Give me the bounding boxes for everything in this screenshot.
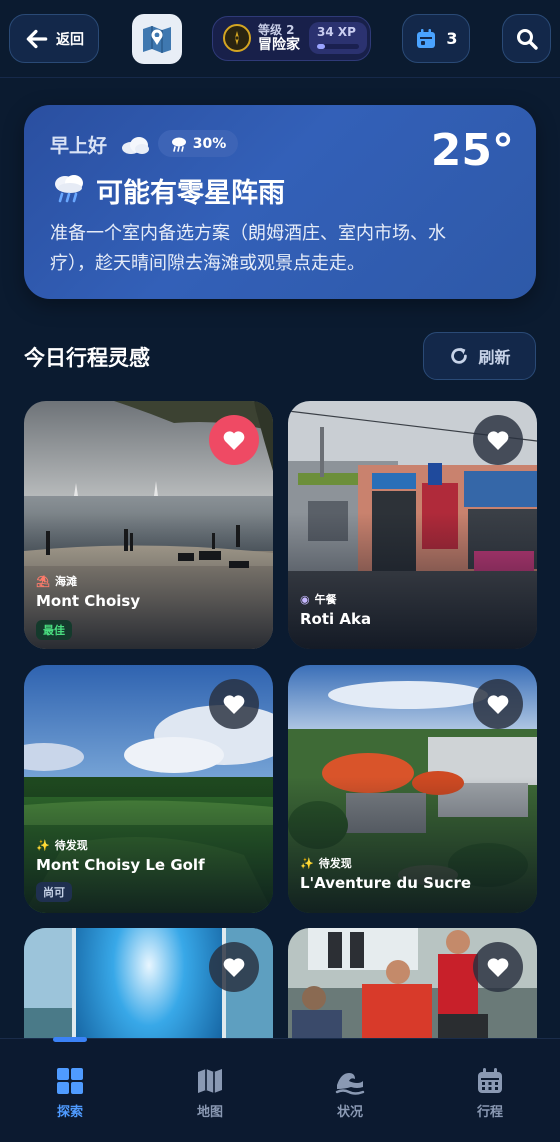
tab-itinerary[interactable]: 行程: [440, 1067, 540, 1127]
favorite-button[interactable]: [209, 942, 259, 992]
tab-conditions[interactable]: 状况: [300, 1067, 400, 1127]
grid-icon: [57, 1068, 83, 1094]
rain-weather-icon: [55, 175, 83, 203]
xp-progress-bar: [317, 44, 359, 49]
level-info: 等级 2 冒险家: [258, 23, 300, 53]
calendar-icon: [417, 28, 436, 48]
place-card[interactable]: ⛱ 海滩 Mont Choisy 最佳: [24, 401, 273, 649]
beach-umbrella-icon: ⛱: [36, 574, 50, 588]
greeting: 早上好: [50, 135, 108, 157]
weather-condition: 可能有零星阵雨: [96, 178, 285, 209]
tab-label: 行程: [476, 1105, 503, 1120]
favorite-button[interactable]: [473, 415, 523, 465]
search-button[interactable]: [502, 14, 551, 63]
compass-icon: [223, 24, 251, 52]
card-category-label: 午餐: [314, 593, 337, 606]
card-category-label: 海滩: [54, 575, 77, 588]
active-tab-indicator: [53, 1037, 87, 1042]
tab-explore[interactable]: 探索: [20, 1067, 120, 1127]
xp-box: 34 XP: [309, 22, 367, 54]
back-button[interactable]: 返回: [9, 14, 99, 63]
back-label: 返回: [56, 31, 84, 48]
rain-chance: 30%: [192, 135, 227, 152]
level-badge[interactable]: 等级 2 冒险家 34 XP: [212, 16, 371, 61]
wave-icon: [335, 1073, 365, 1095]
heart-icon: [223, 431, 245, 450]
arrow-left-icon: [26, 29, 48, 48]
level-label: 等级 2: [258, 23, 295, 37]
card-name: Roti Aka: [300, 610, 372, 628]
refresh-label: 刷新: [478, 348, 511, 367]
rank-label: 冒险家: [258, 37, 300, 53]
card-category-label: 待发现: [54, 839, 88, 852]
favorite-button[interactable]: [473, 679, 523, 729]
food-icon: ◉: [300, 592, 310, 606]
card-name: L'Aventure du Sucre: [300, 874, 472, 892]
folded-map-icon: [143, 26, 171, 53]
rating-badge: 尚可: [36, 882, 72, 902]
card-name: Mont Choisy Le Golf: [36, 856, 205, 874]
heart-icon: [223, 695, 245, 714]
place-card[interactable]: ◉ 午餐 Roti Aka: [288, 401, 537, 649]
tab-label: 状况: [336, 1105, 363, 1120]
temperature: 25°: [430, 125, 514, 176]
itinerary-count-button[interactable]: 3: [402, 14, 470, 63]
xp-progress-fill: [317, 44, 326, 49]
heart-icon: [487, 695, 509, 714]
search-icon: [516, 28, 538, 50]
place-card[interactable]: ✨ 待发现 Mont Choisy Le Golf 尚可: [24, 665, 273, 913]
app-logo: [132, 14, 182, 64]
card-category: ◉ 午餐: [300, 591, 337, 607]
refresh-icon: [451, 347, 468, 364]
card-category: ⛱ 海滩: [36, 573, 77, 589]
map-icon: [198, 1069, 222, 1093]
cloud-icon: [122, 137, 149, 154]
heart-icon: [487, 958, 509, 977]
sparkle-icon: ✨: [36, 838, 50, 852]
card-category: ✨ 待发现: [36, 837, 88, 853]
section-title: 今日行程灵感: [24, 346, 150, 370]
xp-label: 34 XP: [317, 25, 356, 39]
tab-label: 地图: [196, 1105, 223, 1120]
card-name: Mont Choisy: [36, 592, 141, 610]
sparkle-icon: ✨: [300, 856, 314, 870]
favorite-button[interactable]: [209, 415, 259, 465]
top-bar: 返回 等级 2 冒险家 34 XP 3: [0, 0, 560, 78]
heart-icon: [487, 431, 509, 450]
bottom-navigation: 探索 地图 状况 行程: [0, 1037, 560, 1142]
rating-badge: 最佳: [36, 620, 72, 640]
rain-chance-pill: 30%: [158, 130, 238, 157]
favorite-button[interactable]: [209, 679, 259, 729]
weather-card[interactable]: 早上好 30% 25° 可能有零星阵雨 准备一个室内备选方案（朗姆酒庄、室内市场…: [24, 105, 536, 299]
card-category: ✨ 待发现: [300, 855, 352, 871]
itinerary-count: 3: [446, 29, 458, 48]
favorite-button[interactable]: [473, 942, 523, 992]
tab-label: 探索: [56, 1105, 83, 1120]
refresh-button[interactable]: 刷新: [423, 332, 536, 380]
heart-icon: [223, 958, 245, 977]
place-card[interactable]: ✨ 待发现 L'Aventure du Sucre: [288, 665, 537, 913]
tab-map[interactable]: 地图: [160, 1067, 260, 1127]
calendar-icon: [478, 1068, 502, 1093]
card-category-label: 待发现: [318, 857, 352, 870]
rain-cloud-icon: [171, 137, 186, 152]
weather-tip: 准备一个室内备选方案（朗姆酒庄、室内市场、水疗），趁天晴间隙去海滩或观景点走走。: [50, 223, 446, 274]
